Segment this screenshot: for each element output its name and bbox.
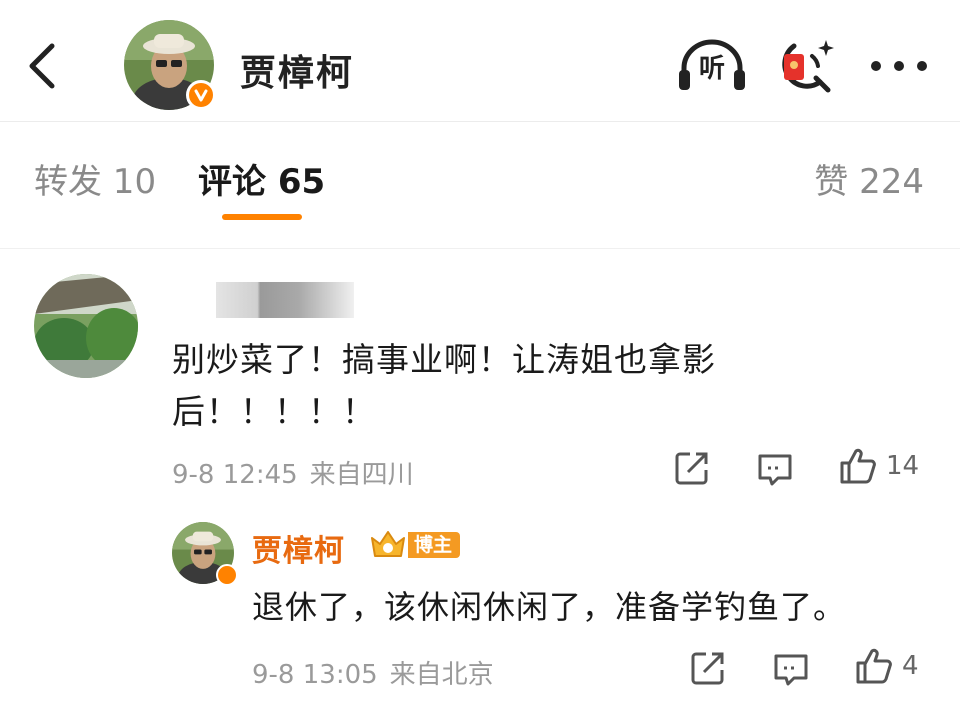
commenter-username-redacted[interactable]	[216, 282, 354, 318]
more-dots-icon	[871, 61, 927, 71]
top-bar: 贾樟柯 听	[0, 0, 960, 120]
back-button[interactable]	[22, 40, 62, 92]
comment-text: 别炒菜了！搞事业啊！让涛姐也拿影后！！！！！	[172, 340, 716, 431]
commenter-avatar[interactable]	[34, 274, 138, 378]
reply-location: 来自北京	[389, 660, 494, 690]
reply-button[interactable]	[756, 452, 794, 488]
comment-location: 来自四川	[309, 460, 414, 490]
verified-badge-icon	[216, 564, 238, 586]
listen-label: 听	[698, 53, 725, 84]
reply-meta: 9-8 13:05 来自北京	[252, 654, 494, 691]
author-badge: 博主	[368, 528, 461, 562]
tab-bar: 转发 10 评论 65 赞 224	[0, 124, 960, 244]
share-icon	[675, 452, 708, 485]
header-divider	[0, 121, 960, 122]
tab-like[interactable]: 赞 224	[814, 154, 924, 203]
page-title[interactable]: 贾樟柯	[240, 44, 354, 96]
comment-meta: 9-8 12:45 来自四川	[172, 454, 414, 491]
listen-button[interactable]: 听	[676, 38, 748, 94]
author-avatar[interactable]	[124, 20, 216, 112]
reply-like-count: 4	[902, 651, 919, 681]
tab-divider	[0, 248, 960, 249]
thumbs-up-icon	[840, 448, 876, 484]
thumbs-up-icon	[856, 648, 892, 684]
comment-time: 9-8 12:45	[172, 460, 298, 490]
red-packet-search-icon	[782, 40, 834, 93]
reply-reply-button[interactable]	[772, 652, 810, 688]
comment-item: 别炒菜了！搞事业啊！让涛姐也拿影后！！！！！ 9-8 12:45 来自四川 14	[0, 250, 960, 704]
more-button[interactable]	[868, 48, 930, 84]
reply-username[interactable]: 贾樟柯	[252, 526, 345, 570]
share-icon	[691, 652, 724, 685]
like-button[interactable]: 14	[838, 446, 919, 486]
verified-badge-icon	[186, 80, 216, 110]
reply-time: 9-8 13:05	[252, 660, 378, 690]
tab-comment[interactable]: 评论 65	[198, 154, 325, 203]
reply-author-avatar[interactable]	[172, 522, 238, 586]
reply-like-button[interactable]: 4	[854, 646, 919, 686]
chevron-left-icon	[29, 43, 55, 89]
active-tab-indicator	[222, 214, 302, 220]
reply-text: 退休了，该休闲休闲了，准备学钓鱼了。	[252, 588, 847, 626]
crown-badge-icon	[371, 531, 405, 557]
reply-share-button[interactable]	[690, 650, 726, 686]
tab-repost[interactable]: 转发 10	[34, 154, 156, 203]
comment-bubble-icon	[774, 654, 808, 686]
author-badge-label: 博主	[408, 532, 461, 558]
like-count: 14	[886, 451, 920, 481]
red-packet-search-button[interactable]	[776, 36, 838, 96]
share-button[interactable]	[674, 450, 710, 486]
comment-bubble-icon	[758, 454, 792, 486]
